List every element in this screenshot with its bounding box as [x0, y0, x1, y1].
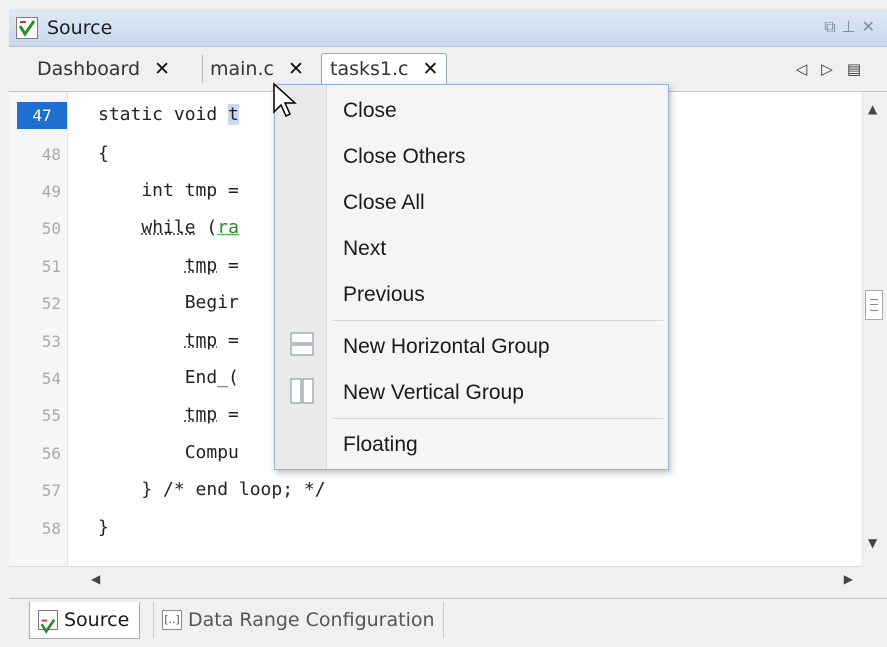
menu-item-next[interactable]: Next: [343, 237, 386, 261]
menu-item-new-vertical-group[interactable]: New Vertical Group: [343, 381, 524, 405]
code-line: static void t: [98, 104, 239, 125]
line-number: 56: [41, 444, 61, 463]
code-line: tmp =: [98, 330, 239, 351]
scroll-tabs-right-icon[interactable]: ▷: [821, 60, 847, 78]
menu-separator: [333, 320, 663, 321]
code-line: Compu: [98, 442, 239, 463]
tab-navigation[interactable]: ◁▷▤: [796, 60, 875, 78]
code-text: =: [217, 330, 239, 351]
tab-list-icon[interactable]: ▤: [847, 60, 875, 78]
mouse-cursor-icon: [273, 82, 297, 118]
panel-titlebar: Source ⧉⊥✕: [9, 9, 887, 47]
line-number: 50: [41, 219, 61, 238]
menu-item-close[interactable]: Close: [343, 99, 397, 123]
line-number: 49: [41, 182, 61, 201]
tab-close-icon[interactable]: ✕: [422, 54, 438, 84]
scrollbar-thumb[interactable]: [865, 290, 883, 320]
code-text: (: [195, 217, 218, 238]
code-line: Begir: [98, 292, 239, 313]
code-variable: tmp: [184, 330, 218, 351]
scroll-tabs-left-icon[interactable]: ◁: [796, 60, 822, 78]
code-variable: tmp: [184, 255, 218, 276]
line-number: 52: [41, 294, 61, 313]
panel-title: Source: [47, 17, 113, 39]
code-text: =: [217, 255, 239, 276]
scroll-right-icon[interactable]: ▶: [844, 572, 853, 586]
code-line: } /* end loop; */: [98, 479, 326, 500]
bottom-tab-bar: Source [..] Data Range Configuration: [9, 598, 887, 641]
bottom-tab-label: Source: [64, 609, 130, 631]
horizontal-scrollbar[interactable]: ◀ ▶: [9, 566, 861, 594]
code-text: ra: [217, 217, 239, 238]
grip-icon: [870, 299, 878, 311]
tab-label: main.c: [210, 58, 274, 80]
menu-item-new-horizontal-group[interactable]: New Horizontal Group: [343, 335, 550, 359]
tab-close-icon[interactable]: ✕: [288, 54, 304, 84]
line-number: 51: [41, 257, 61, 276]
tab-tasks1-c[interactable]: tasks1.c ✕: [321, 53, 448, 88]
scroll-left-icon[interactable]: ◀: [91, 572, 100, 586]
tab-divider: [202, 55, 203, 83]
bottom-tab-source[interactable]: Source: [29, 602, 141, 639]
bottom-tab-data-range-configuration[interactable]: [..] Data Range Configuration: [153, 602, 444, 638]
code-line: tmp =: [98, 255, 239, 276]
line-number: 58: [41, 519, 61, 538]
code-line: }: [98, 517, 109, 538]
menu-item-close-all[interactable]: Close All: [343, 191, 425, 215]
bottom-tab-label: Data Range Configuration: [188, 609, 435, 631]
menu-item-close-others[interactable]: Close Others: [343, 145, 466, 169]
menu-separator: [333, 418, 663, 419]
line-number: 48: [41, 145, 61, 164]
vertical-scrollbar[interactable]: ▲ ▼: [861, 92, 887, 566]
code-variable: tmp: [184, 404, 218, 425]
code-text: static void: [98, 104, 229, 125]
source-logo-icon: [16, 17, 38, 39]
window-controls[interactable]: ⧉⊥✕: [824, 17, 881, 37]
line-number: 57: [41, 481, 61, 500]
code-keyword: while: [141, 217, 196, 238]
menu-icon-column: [275, 85, 327, 469]
menu-item-previous[interactable]: Previous: [343, 283, 425, 307]
tab-label: tasks1.c: [330, 58, 409, 80]
vertical-group-icon: [289, 377, 315, 404]
code-line: tmp =: [98, 404, 239, 425]
close-icon[interactable]: ✕: [862, 17, 881, 36]
bracket-icon: [..]: [162, 610, 182, 630]
line-number: 53: [41, 332, 61, 351]
horizontal-group-icon: [289, 331, 315, 357]
code-line: int tmp =: [98, 180, 239, 201]
tab-close-icon[interactable]: ✕: [154, 54, 170, 84]
line-number: 55: [41, 406, 61, 425]
code-text: =: [217, 404, 239, 425]
source-logo-icon: [38, 610, 58, 634]
line-number: 47: [17, 102, 67, 129]
scroll-up-icon[interactable]: ▲: [868, 102, 877, 116]
pin-icon[interactable]: ⊥: [842, 17, 862, 36]
line-number: 54: [41, 369, 61, 388]
tab-label: Dashboard: [37, 58, 141, 80]
menu-item-floating[interactable]: Floating: [343, 433, 418, 457]
tab-context-menu: Close Close Others Close All Next Previo…: [274, 84, 669, 470]
code-line: while (ra: [98, 217, 239, 238]
scroll-down-icon[interactable]: ▼: [868, 536, 877, 550]
selected-text: t: [228, 104, 239, 125]
code-line: End_(: [98, 367, 239, 388]
code-line: {: [98, 143, 109, 164]
tab-main-c[interactable]: main.c ✕: [210, 54, 304, 84]
restore-icon[interactable]: ⧉: [824, 17, 841, 36]
tab-dashboard[interactable]: Dashboard ✕: [37, 54, 170, 84]
line-number-gutter: 47 48 49 50 51 52 53 54 55 56 57 58: [9, 92, 68, 566]
